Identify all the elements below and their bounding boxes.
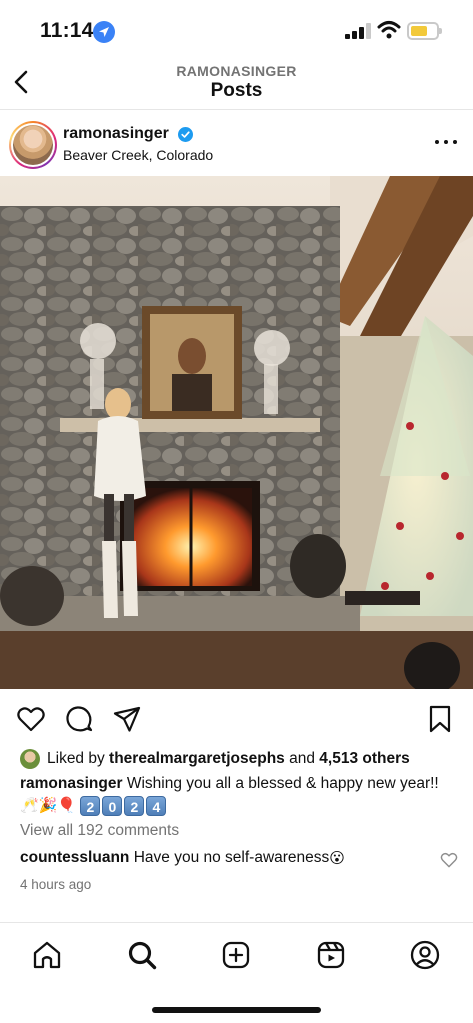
heart-icon[interactable] xyxy=(16,704,46,734)
status-time: 11:14 xyxy=(40,19,94,42)
caption-emojis: 🥂🎉🎈 xyxy=(20,797,77,814)
keycap-digit: 2 xyxy=(124,796,145,816)
caption-text: Wishing you all a blessed & happy new ye… xyxy=(126,775,439,792)
comment-heart-icon[interactable] xyxy=(440,851,458,869)
keycap-digit: 2 xyxy=(80,796,101,816)
header-username: RAMONASINGER xyxy=(176,63,297,79)
home-icon[interactable] xyxy=(31,939,63,971)
location-arrow-icon xyxy=(93,21,115,43)
likes-summary[interactable]: Liked by therealmargaretjosephs and 4,51… xyxy=(20,748,460,772)
post-actions xyxy=(0,700,473,736)
post-location[interactable]: Beaver Creek, Colorado xyxy=(63,147,213,163)
post-username[interactable]: ramonasinger xyxy=(63,125,169,143)
liked-by-avatar xyxy=(20,749,40,769)
liked-by-user[interactable]: therealmargaretjosephs xyxy=(109,750,285,767)
comment-item: countessluann Have you no self-awareness… xyxy=(20,849,440,867)
search-icon[interactable] xyxy=(126,939,158,971)
likes-middle: and xyxy=(284,750,320,767)
page-title: Posts xyxy=(210,80,263,101)
verified-badge-icon xyxy=(178,127,193,142)
caption-username[interactable]: ramonasinger xyxy=(20,775,123,792)
wifi-icon xyxy=(377,20,401,45)
bookmark-icon[interactable] xyxy=(427,704,453,734)
profile-icon[interactable] xyxy=(409,939,441,971)
view-all-comments-link[interactable]: View all 192 comments xyxy=(20,822,179,840)
create-icon[interactable] xyxy=(220,939,252,971)
keycap-digit: 4 xyxy=(146,796,167,816)
status-bar: 11:14 xyxy=(0,0,473,56)
top-header: RAMONASINGER Posts xyxy=(0,56,473,110)
paper-plane-icon[interactable] xyxy=(112,704,142,734)
more-horizontal-icon[interactable] xyxy=(435,132,459,152)
keycap-digit: 0 xyxy=(102,796,123,816)
comment-username[interactable]: countessluann xyxy=(20,849,129,866)
home-indicator xyxy=(152,1007,321,1013)
post-caption: ramonasinger Wishing you all a blessed &… xyxy=(20,773,450,817)
likes-prefix: Liked by xyxy=(47,750,110,767)
bottom-nav xyxy=(0,922,473,1023)
comment-emoji: 😮 xyxy=(329,850,345,867)
post-header: ramonasinger Beaver Creek, Colorado xyxy=(0,112,473,176)
avatar[interactable] xyxy=(9,121,57,169)
post-timestamp: 4 hours ago xyxy=(20,877,92,892)
likes-count[interactable]: 4,513 others xyxy=(319,750,409,767)
post-image[interactable] xyxy=(0,176,473,689)
battery-icon xyxy=(407,22,442,40)
comment-text: Have you no self-awareness xyxy=(133,849,330,867)
comment-icon[interactable] xyxy=(64,704,94,734)
reels-icon[interactable] xyxy=(315,939,347,971)
cellular-signal-icon xyxy=(345,23,371,39)
